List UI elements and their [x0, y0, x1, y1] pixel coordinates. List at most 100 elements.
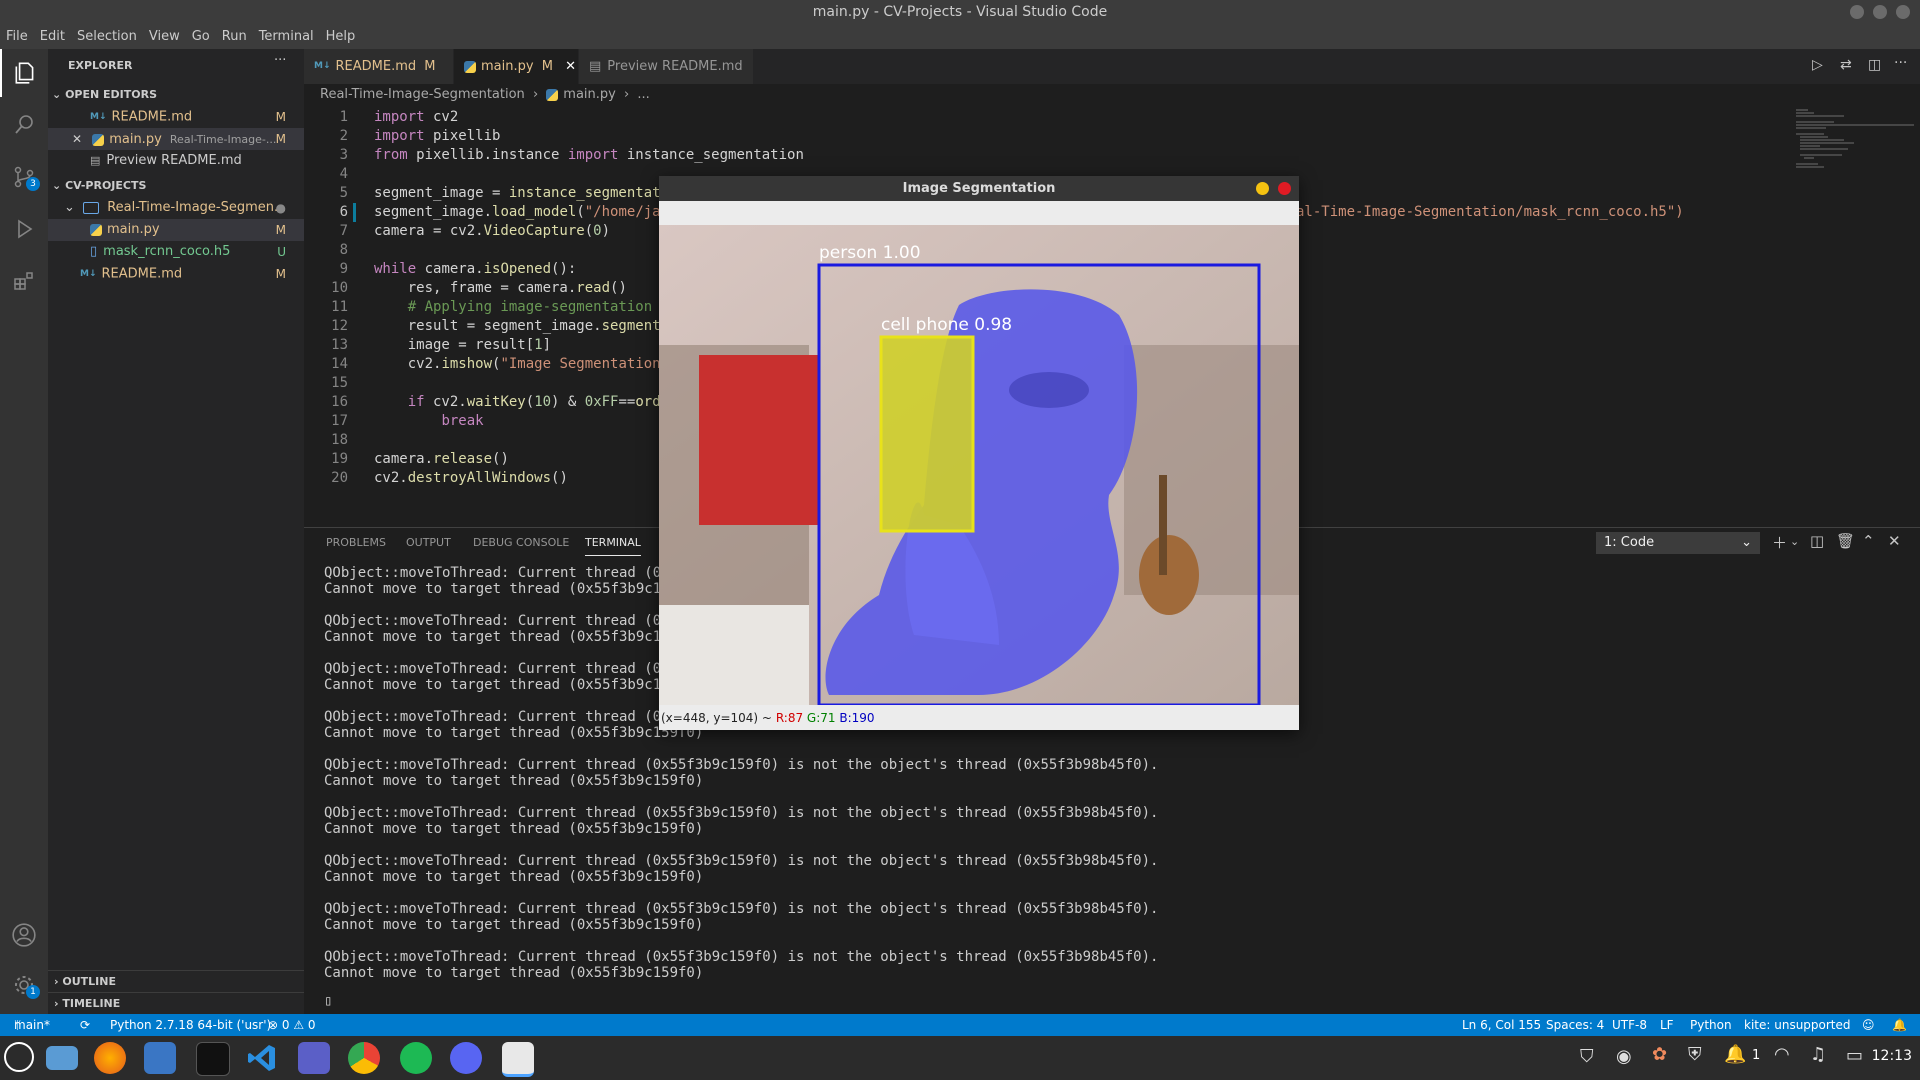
tab-problems[interactable]: PROBLEMS: [326, 536, 386, 549]
tray-notification-icon[interactable]: 🔔: [1724, 1044, 1746, 1065]
menu-selection[interactable]: Selection: [71, 25, 143, 49]
split-editor-icon[interactable]: ◫: [1868, 57, 1881, 73]
account-icon[interactable]: [0, 911, 48, 959]
tray-app-icon[interactable]: ⛉: [1580, 1046, 1594, 1067]
tab-terminal[interactable]: TERMINAL: [585, 536, 641, 556]
project-header[interactable]: ⌄ CV-PROJECTS: [48, 175, 304, 197]
feedback-icon[interactable]: ☺: [1862, 1014, 1875, 1036]
terminal-select[interactable]: 1: Code ⌄: [1596, 532, 1760, 554]
menu-help[interactable]: Help: [320, 25, 362, 49]
terminal-line: QObject::moveToThread: Current thread (0…: [324, 901, 1159, 917]
sync-icon[interactable]: ⟳: [80, 1014, 90, 1036]
image-segmentation-window[interactable]: Image Segmentation person 1.00 cell phon…: [659, 176, 1299, 730]
problems-count[interactable]: ⊗ 0 ⚠ 0: [268, 1014, 316, 1036]
line-ending[interactable]: LF: [1660, 1014, 1674, 1036]
menu-file[interactable]: File: [0, 25, 34, 49]
cv-minimize-button[interactable]: [1256, 182, 1269, 195]
close-icon[interactable]: ✕: [72, 132, 82, 146]
chevron-down-icon[interactable]: ⌄: [1790, 535, 1799, 548]
extensions-icon[interactable]: [0, 257, 48, 305]
firefox-icon[interactable]: [94, 1042, 126, 1074]
breadcrumb-more[interactable]: ...: [637, 87, 649, 102]
battery-icon[interactable]: ▭: [1846, 1045, 1863, 1066]
python-interpreter[interactable]: Python 2.7.18 64-bit ('usr'): [110, 1014, 271, 1036]
folder-row[interactable]: ⌄ Real-Time-Image-Segmen... ●: [48, 197, 304, 219]
files-icon[interactable]: [46, 1046, 78, 1070]
split-terminal-icon[interactable]: ◫: [1810, 532, 1824, 550]
open-editor-preview[interactable]: ▤ Preview README.md: [48, 150, 304, 172]
open-editor-readme[interactable]: M↓ README.md M: [48, 106, 304, 128]
discord-icon[interactable]: [450, 1042, 482, 1074]
menu-edit[interactable]: Edit: [34, 25, 71, 49]
file-manager-icon[interactable]: [144, 1042, 176, 1074]
terminal-line: Cannot move to target thread (0x55f3b9c1…: [324, 629, 679, 645]
breadcrumb-folder[interactable]: Real-Time-Image-Segmentation: [320, 87, 525, 102]
open-editor-main[interactable]: ✕ main.py Real-Time-Image-... M: [48, 128, 304, 150]
cv-pixel-status: (x=448, y=104) ~ R:87 G:71 B:190: [661, 711, 875, 725]
pixel-red: R:87: [775, 711, 804, 725]
maximize-panel-icon[interactable]: ⌃: [1862, 532, 1875, 550]
maximize-button[interactable]: [1873, 5, 1887, 19]
menu-terminal[interactable]: Terminal: [253, 25, 320, 49]
language-mode[interactable]: Python: [1690, 1014, 1732, 1036]
timeline-header[interactable]: › TIMELINE: [48, 992, 304, 1015]
trash-icon[interactable]: 🗑: [1836, 532, 1855, 550]
mint-menu-icon[interactable]: [4, 1042, 34, 1072]
close-button[interactable]: [1896, 5, 1910, 19]
close-icon[interactable]: ✕: [565, 59, 576, 74]
file-main-py[interactable]: main.py M: [48, 219, 304, 241]
compare-changes-icon[interactable]: ⇄: [1840, 57, 1852, 73]
cursor-position[interactable]: Ln 6, Col 155: [1462, 1014, 1541, 1036]
breadcrumb-file[interactable]: main.py: [563, 87, 616, 102]
code-line: segment_image = instance_segmentation(): [374, 185, 703, 201]
segmentation-frame[interactable]: person 1.00 cell phone 0.98: [659, 225, 1299, 705]
more-actions-icon[interactable]: ···: [274, 53, 286, 68]
manage-gear-icon[interactable]: 1: [0, 961, 48, 1009]
open-editors-header[interactable]: ⌄ OPEN EDITORS: [48, 84, 304, 106]
teams-icon[interactable]: [298, 1042, 330, 1074]
chevron-down-icon: ⌄: [52, 88, 62, 101]
indentation[interactable]: Spaces: 4: [1546, 1014, 1604, 1036]
menu-run[interactable]: Run: [216, 25, 253, 49]
minimap[interactable]: [1784, 106, 1920, 526]
chevron-down-icon: ⌄: [52, 179, 62, 192]
tab-preview-readme[interactable]: ▤ Preview README.md: [579, 49, 754, 84]
tab-main-py[interactable]: main.py M ✕: [454, 49, 579, 84]
tab-output[interactable]: OUTPUT: [406, 536, 451, 549]
run-debug-icon[interactable]: [0, 205, 48, 253]
minimize-button[interactable]: [1850, 5, 1864, 19]
encoding[interactable]: UTF-8: [1612, 1014, 1647, 1036]
tab-debug-console[interactable]: DEBUG CONSOLE: [473, 536, 569, 549]
file-readme[interactable]: M↓ README.md M: [48, 263, 304, 285]
chrome-icon[interactable]: [348, 1042, 380, 1074]
tab-readme[interactable]: M↓ README.md M: [304, 49, 454, 84]
explorer-icon[interactable]: [0, 49, 48, 97]
menu-go[interactable]: Go: [186, 25, 216, 49]
wifi-icon[interactable]: ◠: [1774, 1044, 1790, 1065]
cv-window-titlebar[interactable]: Image Segmentation: [659, 176, 1299, 201]
spotify-icon[interactable]: [400, 1042, 432, 1074]
new-terminal-icon[interactable]: ＋: [1772, 532, 1787, 553]
music-icon[interactable]: ♫: [1810, 1044, 1826, 1065]
vscode-icon[interactable]: [246, 1042, 278, 1074]
clock[interactable]: 12:13: [1872, 1048, 1912, 1064]
menu-view[interactable]: View: [143, 25, 186, 49]
source-control-icon[interactable]: 3: [0, 153, 48, 201]
open-editor-name: README.md: [111, 109, 193, 125]
search-icon[interactable]: [0, 101, 48, 149]
tray-shield-icon[interactable]: ⛨: [1688, 1044, 1702, 1065]
kite-status[interactable]: kite: unsupported: [1744, 1014, 1851, 1036]
run-file-icon[interactable]: ▷: [1812, 57, 1823, 73]
more-actions-icon[interactable]: ···: [1894, 55, 1907, 71]
tray-discord-icon[interactable]: ◉: [1616, 1046, 1632, 1067]
tray-flameshot-icon[interactable]: ✿: [1652, 1044, 1667, 1065]
cv-close-button[interactable]: [1278, 182, 1291, 195]
close-panel-icon[interactable]: ✕: [1888, 532, 1901, 550]
notifications-bell-icon[interactable]: 🔔: [1892, 1014, 1907, 1036]
terminal-icon[interactable]: [196, 1042, 230, 1076]
line-number: 11: [331, 299, 348, 315]
file-mask-rcnn[interactable]: ▯ mask_rcnn_coco.h5 U: [48, 241, 304, 263]
line-number: 12: [331, 318, 348, 334]
outline-header[interactable]: › OUTLINE: [48, 970, 304, 993]
image-viewer-icon[interactable]: [502, 1042, 534, 1077]
